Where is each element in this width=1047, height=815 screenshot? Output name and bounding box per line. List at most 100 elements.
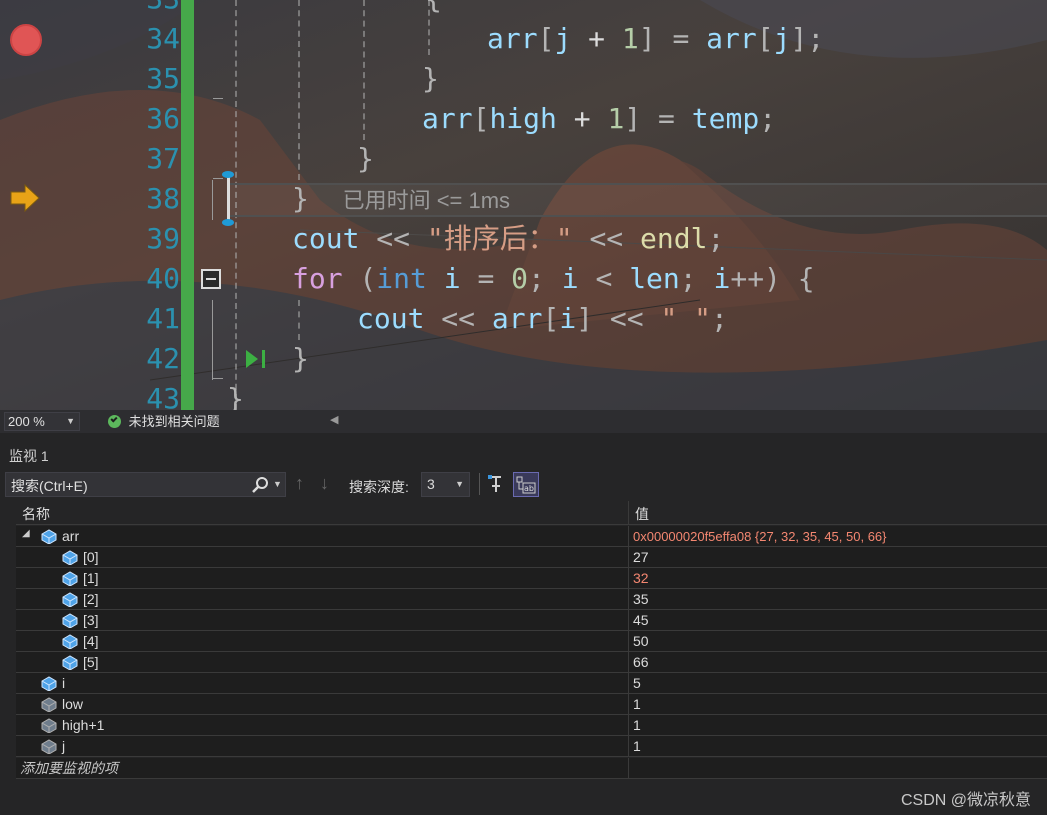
run-to-click-icon[interactable] <box>244 348 270 370</box>
code-line-34: arr[j + 1] = arr[j]; <box>487 22 825 55</box>
code-line-38: } 已用时间 <= 1ms <box>292 182 511 215</box>
variable-icon <box>41 529 57 544</box>
variable-icon <box>62 634 78 649</box>
watch-row[interactable]: high+1 1 <box>16 715 1047 736</box>
watch-row[interactable]: ◢ arr 0x00000020f5effa08 {27, 32, 35, 45, … <box>16 526 1047 547</box>
add-watch-placeholder[interactable]: 添加要监视的项 <box>20 758 118 779</box>
watch-row[interactable]: low 1 <box>16 694 1047 715</box>
zoom-dropdown[interactable]: 200 % ▼ <box>4 412 80 431</box>
column-header-value[interactable]: 值 <box>635 504 649 524</box>
line-number: 37 <box>146 142 180 175</box>
watch-variable-value[interactable]: 5 <box>633 673 641 694</box>
watch-variable-value[interactable]: 50 <box>633 631 649 652</box>
line-number: 34 <box>146 22 180 55</box>
code-line-33: { <box>425 0 442 19</box>
search-next-icon[interactable]: ↓ <box>320 473 329 494</box>
watch-grid-header: 名称 值 <box>16 501 1047 525</box>
watch-variable-name: low <box>62 696 84 712</box>
check-circle-icon <box>108 415 121 428</box>
watch-variable-name: high+1 <box>62 717 105 733</box>
chevron-down-icon: ▼ <box>66 416 75 426</box>
watch-variable-name: i <box>62 675 66 691</box>
line-number: 42 <box>146 342 180 375</box>
indent-guide <box>363 0 365 140</box>
watch-variable-name: j <box>62 738 66 754</box>
perf-tip[interactable]: 已用时间 <= 1ms <box>343 188 510 213</box>
line-number: 43 <box>146 382 180 410</box>
line-number: 35 <box>146 62 180 95</box>
watch-row[interactable]: [5] 66 <box>16 652 1047 673</box>
search-icon[interactable] <box>251 476 269 494</box>
watch-search-box[interactable]: 搜索(Ctrl+E) ▼ <box>5 472 286 497</box>
code-line-35: } <box>422 62 439 95</box>
indent-guide <box>298 0 300 180</box>
collapse-region-button[interactable] <box>201 269 221 289</box>
variable-icon <box>41 697 57 712</box>
svg-text:ab: ab <box>524 484 534 493</box>
watch-variable-name: [5] <box>83 654 99 670</box>
search-options-chevron-icon[interactable]: ▼ <box>273 479 282 489</box>
line-number: 36 <box>146 102 180 135</box>
line-number: 39 <box>146 222 180 255</box>
line-number: 41 <box>146 302 180 335</box>
code-line-42: } <box>292 342 309 375</box>
variable-icon <box>62 655 78 670</box>
watch-variable-value[interactable]: 1 <box>633 694 641 715</box>
code-line-40: for (int i = 0; i < len; i++) { <box>292 262 815 295</box>
watch-variable-name: [1] <box>83 570 99 586</box>
horizontal-scrollbar[interactable] <box>345 419 1045 424</box>
watch-variable-name: [2] <box>83 591 99 607</box>
variable-icon <box>41 739 57 754</box>
search-input[interactable]: 搜索(Ctrl+E) <box>11 476 88 496</box>
watch-variable-name: [3] <box>83 612 99 628</box>
watch-variable-value[interactable]: 1 <box>633 736 641 757</box>
watch-variable-value[interactable]: 45 <box>633 610 649 631</box>
variable-icon <box>41 676 57 691</box>
watch-row[interactable]: [0] 27 <box>16 547 1047 568</box>
watermark: CSDN @微凉秋意 <box>900 792 1031 809</box>
code-editor[interactable]: 33 34 35 36 37 38 39 40 41 42 43 { arr[j… <box>0 0 1047 410</box>
issues-indicator[interactable]: 未找到相关问题 <box>108 412 220 431</box>
watch-variable-value[interactable]: 27 <box>633 547 649 568</box>
watch-row[interactable]: [1] 32 <box>16 568 1047 589</box>
watch-window: 监视 1 搜索(Ctrl+E) ▼ ↑ ↓ 搜索深度: 3 ▼ ab 名称 值 … <box>0 433 1047 815</box>
variable-icon <box>41 718 57 733</box>
watch-row[interactable]: [4] 50 <box>16 631 1047 652</box>
watch-row[interactable]: [3] 45 <box>16 610 1047 631</box>
watch-variable-value[interactable]: 1 <box>633 715 641 736</box>
watch-variable-value[interactable]: 0x00000020f5effa08 {27, 32, 35, 45, 50, … <box>633 526 887 547</box>
watch-variable-name: [4] <box>83 633 99 649</box>
add-watch-row[interactable]: 添加要监视的项 <box>16 758 1047 779</box>
watch-row[interactable]: i5 <box>16 673 1047 694</box>
outline-tick <box>213 378 223 379</box>
search-previous-icon[interactable]: ↑ <box>295 473 304 494</box>
pin-icon[interactable] <box>487 474 507 494</box>
code-line-43: } <box>227 382 244 410</box>
variable-icon <box>62 613 78 628</box>
code-line-41: cout << arr[i] << " "; <box>357 302 728 335</box>
step-range-dot-top <box>222 171 234 178</box>
issues-text: 未找到相关问题 <box>128 414 220 429</box>
watch-variable-name: [0] <box>83 549 99 565</box>
watch-row[interactable]: j1 <box>16 736 1047 757</box>
step-range-marker <box>227 175 230 223</box>
breakpoint-icon[interactable] <box>10 24 42 56</box>
line-number: 38 <box>146 182 180 215</box>
watch-row[interactable]: [2] 35 <box>16 589 1047 610</box>
current-statement-arrow-icon <box>10 184 40 212</box>
variable-icon <box>62 550 78 565</box>
search-depth-dropdown[interactable]: 3 ▼ <box>421 472 470 497</box>
chevron-down-icon: ▼ <box>455 479 464 489</box>
column-header-name[interactable]: 名称 <box>22 504 50 524</box>
watch-variable-value[interactable]: 66 <box>633 652 649 673</box>
search-depth-value: 3 <box>427 476 435 492</box>
watch-variable-value[interactable]: 35 <box>633 589 649 610</box>
zoom-value: 200 % <box>8 414 45 429</box>
expand-collapse-icon[interactable]: ◢ <box>22 528 30 539</box>
watch-title[interactable]: 监视 1 <box>9 446 49 466</box>
view-as-text-icon[interactable]: ab <box>513 472 539 497</box>
scroll-left-icon[interactable]: ◀ <box>330 413 338 426</box>
code-line-36: arr[high + 1] = temp; <box>422 102 777 135</box>
code-line-39: cout << "排序后：" << endl; <box>292 222 725 255</box>
watch-variable-value[interactable]: 32 <box>633 568 649 589</box>
